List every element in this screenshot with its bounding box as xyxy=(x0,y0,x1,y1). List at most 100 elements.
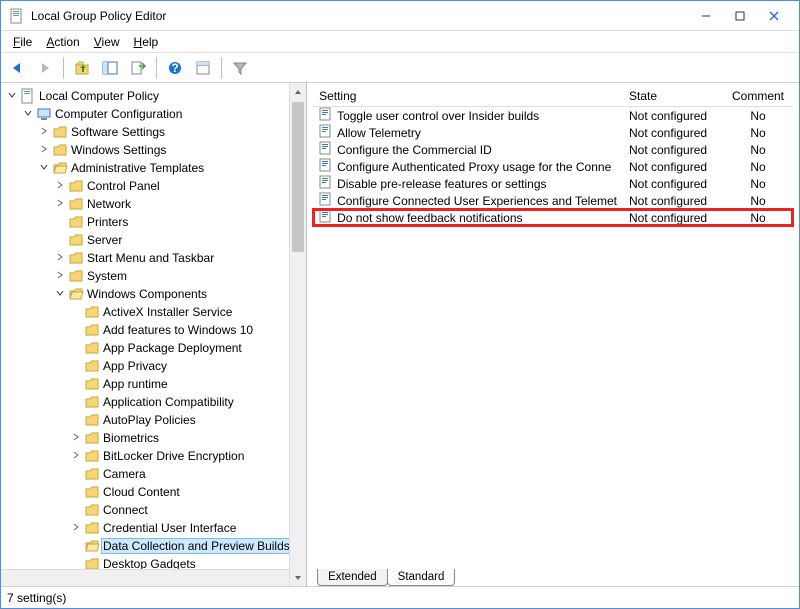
list-row[interactable]: Do not show feedback notificationsNot co… xyxy=(313,209,793,226)
tree-windows-settings[interactable]: Windows Settings xyxy=(5,141,306,159)
tree-label: BitLocker Drive Encryption xyxy=(101,448,246,464)
list-row[interactable]: Configure Authenticated Proxy usage for … xyxy=(313,158,793,175)
list-row[interactable]: Toggle user control over Insider buildsN… xyxy=(313,107,793,124)
tree-item[interactable]: Credential User Interface xyxy=(5,519,306,537)
tree-expander-icon[interactable] xyxy=(37,143,51,157)
tree-expander-icon[interactable] xyxy=(53,269,67,283)
tree-item[interactable]: Data Collection and Preview Builds xyxy=(5,537,306,555)
folder-icon xyxy=(67,196,85,212)
tree-item[interactable]: BitLocker Drive Encryption xyxy=(5,447,306,465)
menu-view[interactable]: View xyxy=(88,33,126,51)
tree-scrollbar-h[interactable] xyxy=(1,569,306,586)
tree-system[interactable]: System xyxy=(5,267,306,285)
tree-item[interactable]: Connect xyxy=(5,501,306,519)
tree-item[interactable]: App Privacy xyxy=(5,357,306,375)
tree-label: System xyxy=(85,268,129,284)
tree-expander-icon[interactable] xyxy=(5,89,19,103)
folder-icon xyxy=(83,304,101,320)
toolbar-separator xyxy=(221,57,222,79)
folder-icon xyxy=(51,124,69,140)
folder-icon xyxy=(83,520,101,536)
tree-network[interactable]: Network xyxy=(5,195,306,213)
tree-label: Server xyxy=(85,232,124,248)
tree-expander-icon[interactable] xyxy=(53,197,67,211)
tree-software-settings[interactable]: Software Settings xyxy=(5,123,306,141)
tab-standard[interactable]: Standard xyxy=(387,569,456,586)
list-row[interactable]: Configure Connected User Experiences and… xyxy=(313,192,793,209)
tree-item[interactable]: Desktop Gadgets xyxy=(5,555,306,569)
menu-help[interactable]: Help xyxy=(128,33,165,51)
tree-control-panel[interactable]: Control Panel xyxy=(5,177,306,195)
tree-scrollbar[interactable] xyxy=(289,83,306,586)
up-button[interactable] xyxy=(70,56,94,80)
setting-icon xyxy=(319,209,333,226)
toolbar: ? xyxy=(1,53,799,83)
tree-computer-config[interactable]: Computer Configuration xyxy=(5,105,306,123)
tree-item[interactable]: Cloud Content xyxy=(5,483,306,501)
back-button[interactable] xyxy=(5,56,29,80)
menu-action[interactable]: Action xyxy=(40,33,85,51)
forward-button[interactable] xyxy=(33,56,57,80)
setting-comment: No xyxy=(723,211,793,225)
tree-item[interactable]: Biometrics xyxy=(5,429,306,447)
scroll-thumb[interactable] xyxy=(292,102,304,252)
folder-icon xyxy=(83,556,101,569)
setting-name: Disable pre-release features or settings xyxy=(337,177,546,191)
maximize-button[interactable] xyxy=(723,5,757,27)
export-button[interactable] xyxy=(126,56,150,80)
setting-icon xyxy=(319,107,333,124)
tree-item[interactable]: App Package Deployment xyxy=(5,339,306,357)
tree-expander-icon[interactable] xyxy=(53,179,67,193)
statusbar: 7 setting(s) xyxy=(1,586,799,608)
scroll-down-icon[interactable] xyxy=(290,569,306,586)
tree-item[interactable]: Application Compatibility xyxy=(5,393,306,411)
tree-expander-icon[interactable] xyxy=(53,287,67,301)
tree-expander-icon[interactable] xyxy=(69,431,83,445)
tree-expander-icon[interactable] xyxy=(69,521,83,535)
tree-expander-icon[interactable] xyxy=(53,251,67,265)
minimize-button[interactable] xyxy=(689,5,723,27)
setting-name: Configure Authenticated Proxy usage for … xyxy=(337,160,611,174)
folder-icon xyxy=(67,232,85,248)
filter-button[interactable] xyxy=(228,56,252,80)
folder-icon xyxy=(83,376,101,392)
tree-label: Windows Settings xyxy=(69,142,168,158)
tree-printers[interactable]: Printers xyxy=(5,213,306,231)
tree-label: App Package Deployment xyxy=(101,340,244,356)
tree-root[interactable]: Local Computer Policy xyxy=(5,87,306,105)
tree-item[interactable]: Camera xyxy=(5,465,306,483)
tree-item[interactable]: Add features to Windows 10 xyxy=(5,321,306,339)
close-button[interactable] xyxy=(757,5,791,27)
properties-button[interactable] xyxy=(191,56,215,80)
tree-expander-icon[interactable] xyxy=(69,449,83,463)
column-comment[interactable]: Comment xyxy=(723,89,793,103)
tree-item[interactable]: App runtime xyxy=(5,375,306,393)
list-row[interactable]: Disable pre-release features or settings… xyxy=(313,175,793,192)
tree-label: Data Collection and Preview Builds xyxy=(101,538,292,554)
scroll-up-icon[interactable] xyxy=(290,83,306,100)
column-state[interactable]: State xyxy=(623,89,723,103)
list-row[interactable]: Allow TelemetryNot configuredNo xyxy=(313,124,793,141)
tree-item[interactable]: ActiveX Installer Service xyxy=(5,303,306,321)
tab-extended[interactable]: Extended xyxy=(317,569,388,586)
tree-expander-icon[interactable] xyxy=(21,107,35,121)
svg-text:?: ? xyxy=(171,61,178,75)
show-hide-tree-button[interactable] xyxy=(98,56,122,80)
column-setting[interactable]: Setting xyxy=(313,89,623,103)
list-row[interactable]: Configure the Commercial IDNot configure… xyxy=(313,141,793,158)
tree-item[interactable]: AutoPlay Policies xyxy=(5,411,306,429)
scroll-track[interactable] xyxy=(290,100,306,569)
tree-start-menu[interactable]: Start Menu and Taskbar xyxy=(5,249,306,267)
tree-label: Desktop Gadgets xyxy=(101,556,198,569)
tree-admin-templates[interactable]: Administrative Templates xyxy=(5,159,306,177)
tree-windows-components[interactable]: Windows Components xyxy=(5,285,306,303)
folder-icon xyxy=(83,466,101,482)
tree-label: Biometrics xyxy=(101,430,161,446)
setting-name: Configure Connected User Experiences and… xyxy=(337,194,617,208)
setting-icon xyxy=(319,124,333,141)
tree-expander-icon[interactable] xyxy=(37,161,51,175)
menu-file[interactable]: File xyxy=(7,33,38,51)
tree-server[interactable]: Server xyxy=(5,231,306,249)
help-button[interactable]: ? xyxy=(163,56,187,80)
tree-expander-icon[interactable] xyxy=(37,125,51,139)
